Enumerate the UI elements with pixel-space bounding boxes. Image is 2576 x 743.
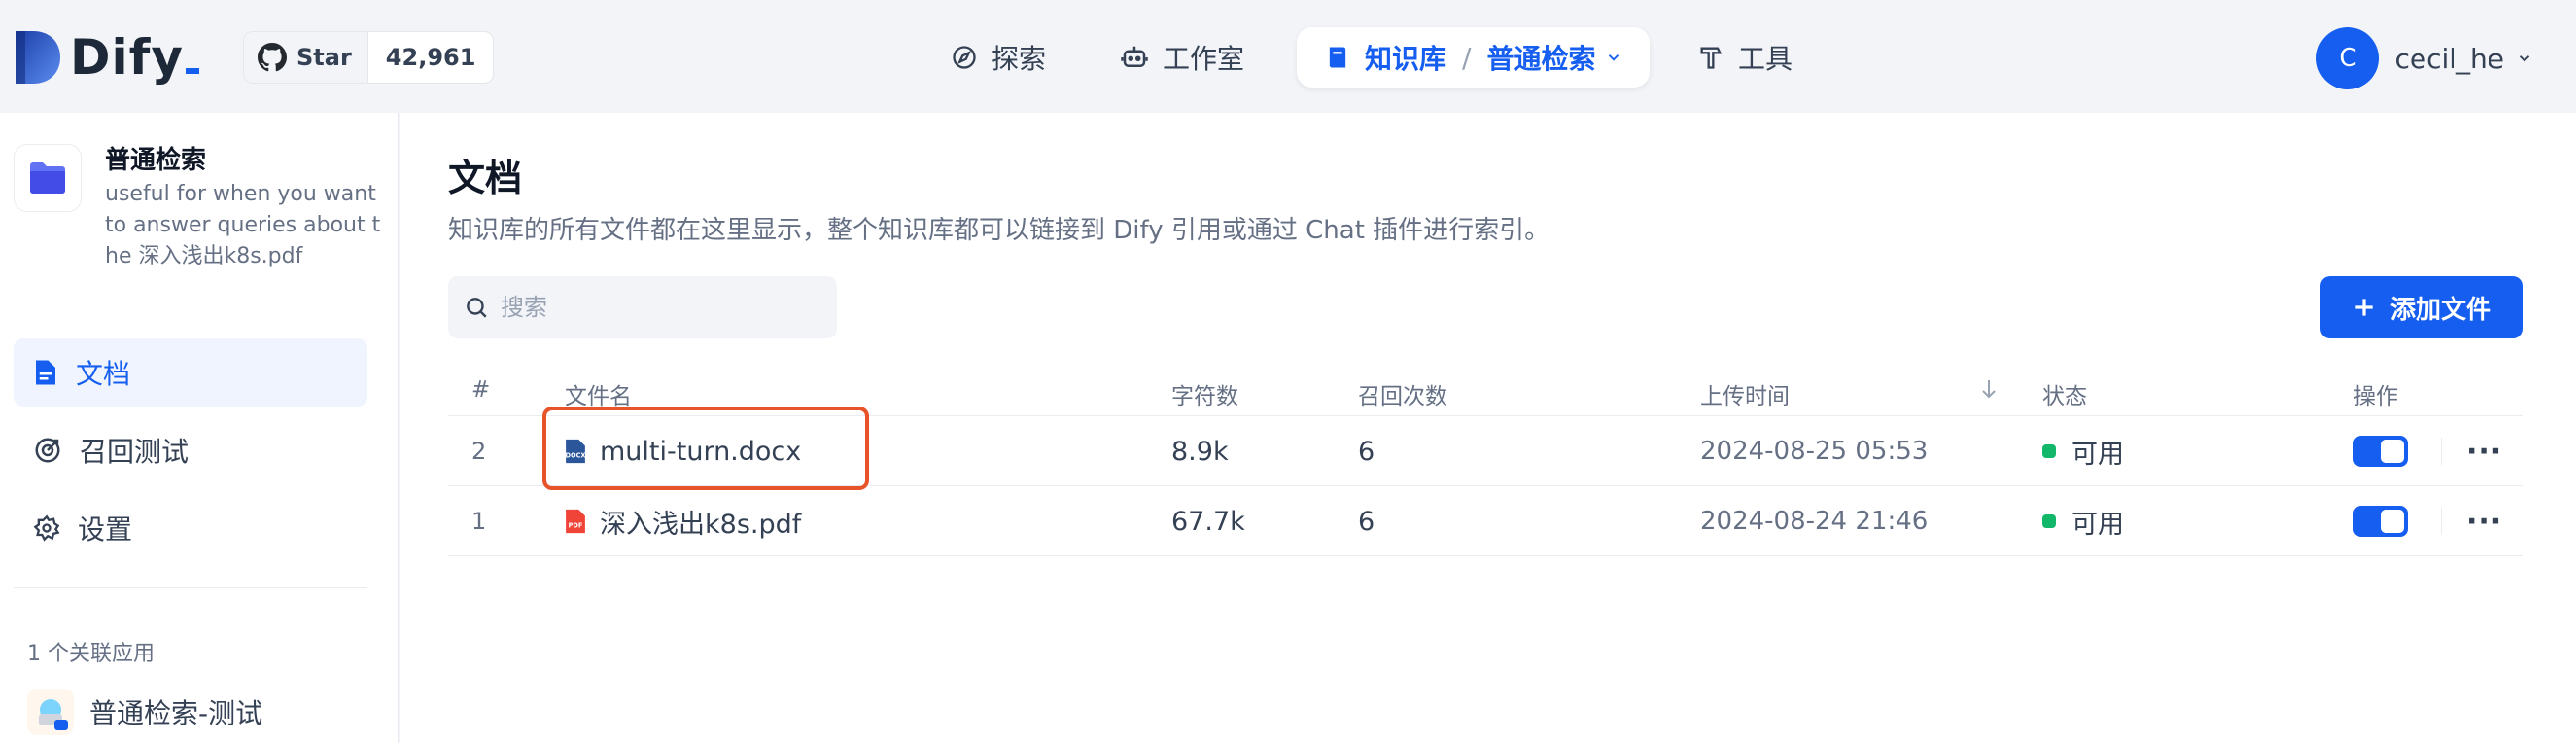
github-star-label: Star xyxy=(296,44,352,71)
annotation-highlight-box xyxy=(542,407,869,490)
avatar[interactable]: C xyxy=(2316,27,2380,89)
sidebar-divider xyxy=(14,587,367,588)
svg-text:PDF: PDF xyxy=(569,522,583,530)
column-index: # xyxy=(471,377,491,403)
github-icon xyxy=(258,43,287,72)
row-upload-time: 2024-08-25 05:53 xyxy=(1700,437,1929,466)
search-box[interactable] xyxy=(448,276,837,338)
row-enable-toggle-cell xyxy=(2353,486,2408,556)
app-icon xyxy=(27,689,74,735)
nav-knowledge-label[interactable]: 知识库 xyxy=(1365,38,1446,77)
sidebar-item-settings[interactable]: 设置 xyxy=(14,494,367,562)
enable-toggle[interactable] xyxy=(2353,506,2408,537)
column-status: 状态 xyxy=(2042,384,2087,409)
github-star-count: 42,961 xyxy=(366,32,494,83)
row-file-name[interactable]: PDF 深入浅出k8s.pdf xyxy=(565,486,801,556)
page-title: 文档 xyxy=(448,157,523,199)
logo-text: Dify xyxy=(70,29,184,86)
document-icon xyxy=(36,360,55,385)
dataset-name: 普通检索 xyxy=(105,146,207,175)
more-actions-icon[interactable]: ··· xyxy=(2466,486,2502,556)
row-hits: 6 xyxy=(1358,506,1375,537)
more-actions-icon[interactable]: ··· xyxy=(2466,416,2502,486)
logo-underscore xyxy=(186,68,199,74)
dataset-info: 普通检索 useful for when you want to answer … xyxy=(14,144,387,272)
column-hits: 召回次数 xyxy=(1358,384,1447,409)
add-file-label: 添加文件 xyxy=(2389,295,2491,325)
column-upload-time[interactable]: 上传时间 xyxy=(1700,377,1790,410)
search-icon xyxy=(467,298,487,318)
related-app-item[interactable]: 普通检索-测试 xyxy=(27,689,262,735)
row-enable-toggle-cell xyxy=(2353,416,2408,486)
chevron-down-icon[interactable] xyxy=(2516,50,2533,67)
status-text: 可用 xyxy=(2071,439,2124,470)
nav-studio-label: 工作室 xyxy=(1163,43,1245,75)
column-chars: 字符数 xyxy=(1171,384,1238,409)
compass-icon xyxy=(953,46,976,69)
row-chars: 8.9k xyxy=(1171,436,1229,467)
robot-icon xyxy=(1121,46,1148,67)
dify-logo-icon xyxy=(14,29,62,86)
sidebar-item-documents[interactable]: 文档 xyxy=(14,338,367,407)
row-index: 1 xyxy=(471,508,487,535)
row-index: 2 xyxy=(471,438,487,465)
related-apps-label: 1 个关联应用 xyxy=(27,642,155,666)
folder-icon xyxy=(14,144,82,212)
dataset-description: useful for when you want to answer queri… xyxy=(105,182,381,268)
nav-knowledge[interactable]: 知识库 / 普通检索 xyxy=(1297,27,1651,88)
status-text: 可用 xyxy=(2071,509,2124,540)
breadcrumb-separator: / xyxy=(1462,41,1472,74)
sidebar-item-hit-testing[interactable]: 召回测试 xyxy=(14,416,367,484)
table-row[interactable]: 1 PDF 深入浅出k8s.pdf 67.7k 6 2024-08-24 21:… xyxy=(448,486,2523,556)
search-input[interactable] xyxy=(501,294,812,321)
file-name-text: 深入浅出k8s.pdf xyxy=(600,509,802,540)
status-dot xyxy=(2042,514,2056,528)
nav-explore-label: 探索 xyxy=(992,43,1047,75)
plus-icon xyxy=(2355,299,2373,316)
sidebar-item-label: 文档 xyxy=(76,358,131,390)
top-header: Dify Star 42,961 探索 工作室 知识库 / 普通检索 工具 C … xyxy=(0,0,2576,113)
row-status: 可用 xyxy=(2042,416,2124,486)
chevron-down-icon[interactable] xyxy=(1605,49,1622,66)
user-menu[interactable]: C cecil_he xyxy=(2316,27,2533,89)
add-file-button[interactable]: 添加文件 xyxy=(2320,276,2523,338)
user-name: cecil_he xyxy=(2394,42,2504,75)
page-description: 知识库的所有文件都在这里显示，整个知识库都可以链接到 Dify 引用或通过 Ch… xyxy=(448,216,1550,245)
sort-arrow-icon[interactable] xyxy=(1980,377,1998,407)
pdf-file-icon: PDF xyxy=(566,509,585,534)
row-upload-time: 2024-08-24 21:46 xyxy=(1700,507,1929,536)
related-app-name: 普通检索-测试 xyxy=(89,697,263,729)
target-icon xyxy=(35,438,60,463)
status-dot xyxy=(2042,444,2056,458)
gear-icon xyxy=(33,514,60,542)
enable-toggle[interactable] xyxy=(2353,436,2408,467)
nav-tools[interactable]: 工具 xyxy=(1697,27,1793,88)
column-actions: 操作 xyxy=(2353,384,2398,409)
row-chars: 67.7k xyxy=(1171,506,1245,537)
dataset-sidebar: 普通检索 useful for when you want to answer … xyxy=(0,113,399,743)
github-star-button[interactable]: Star xyxy=(244,32,367,83)
actions-divider xyxy=(2441,508,2442,535)
sidebar-item-label: 召回测试 xyxy=(80,436,190,468)
github-star-widget[interactable]: Star 42,961 xyxy=(243,31,495,84)
sidebar-item-label: 设置 xyxy=(78,513,133,546)
nav-tools-label: 工具 xyxy=(1738,43,1793,75)
row-status: 可用 xyxy=(2042,486,2124,556)
row-hits: 6 xyxy=(1358,436,1375,467)
hammer-icon xyxy=(1700,47,1723,69)
column-name: 文件名 xyxy=(565,384,632,409)
dify-logo[interactable]: Dify xyxy=(14,29,199,86)
actions-divider xyxy=(2441,438,2442,465)
nav-explore[interactable]: 探索 xyxy=(951,27,1046,88)
nav-studio[interactable]: 工作室 xyxy=(1120,27,1244,88)
nav-dataset-selector[interactable]: 普通检索 xyxy=(1486,38,1595,77)
book-icon xyxy=(1329,47,1346,68)
